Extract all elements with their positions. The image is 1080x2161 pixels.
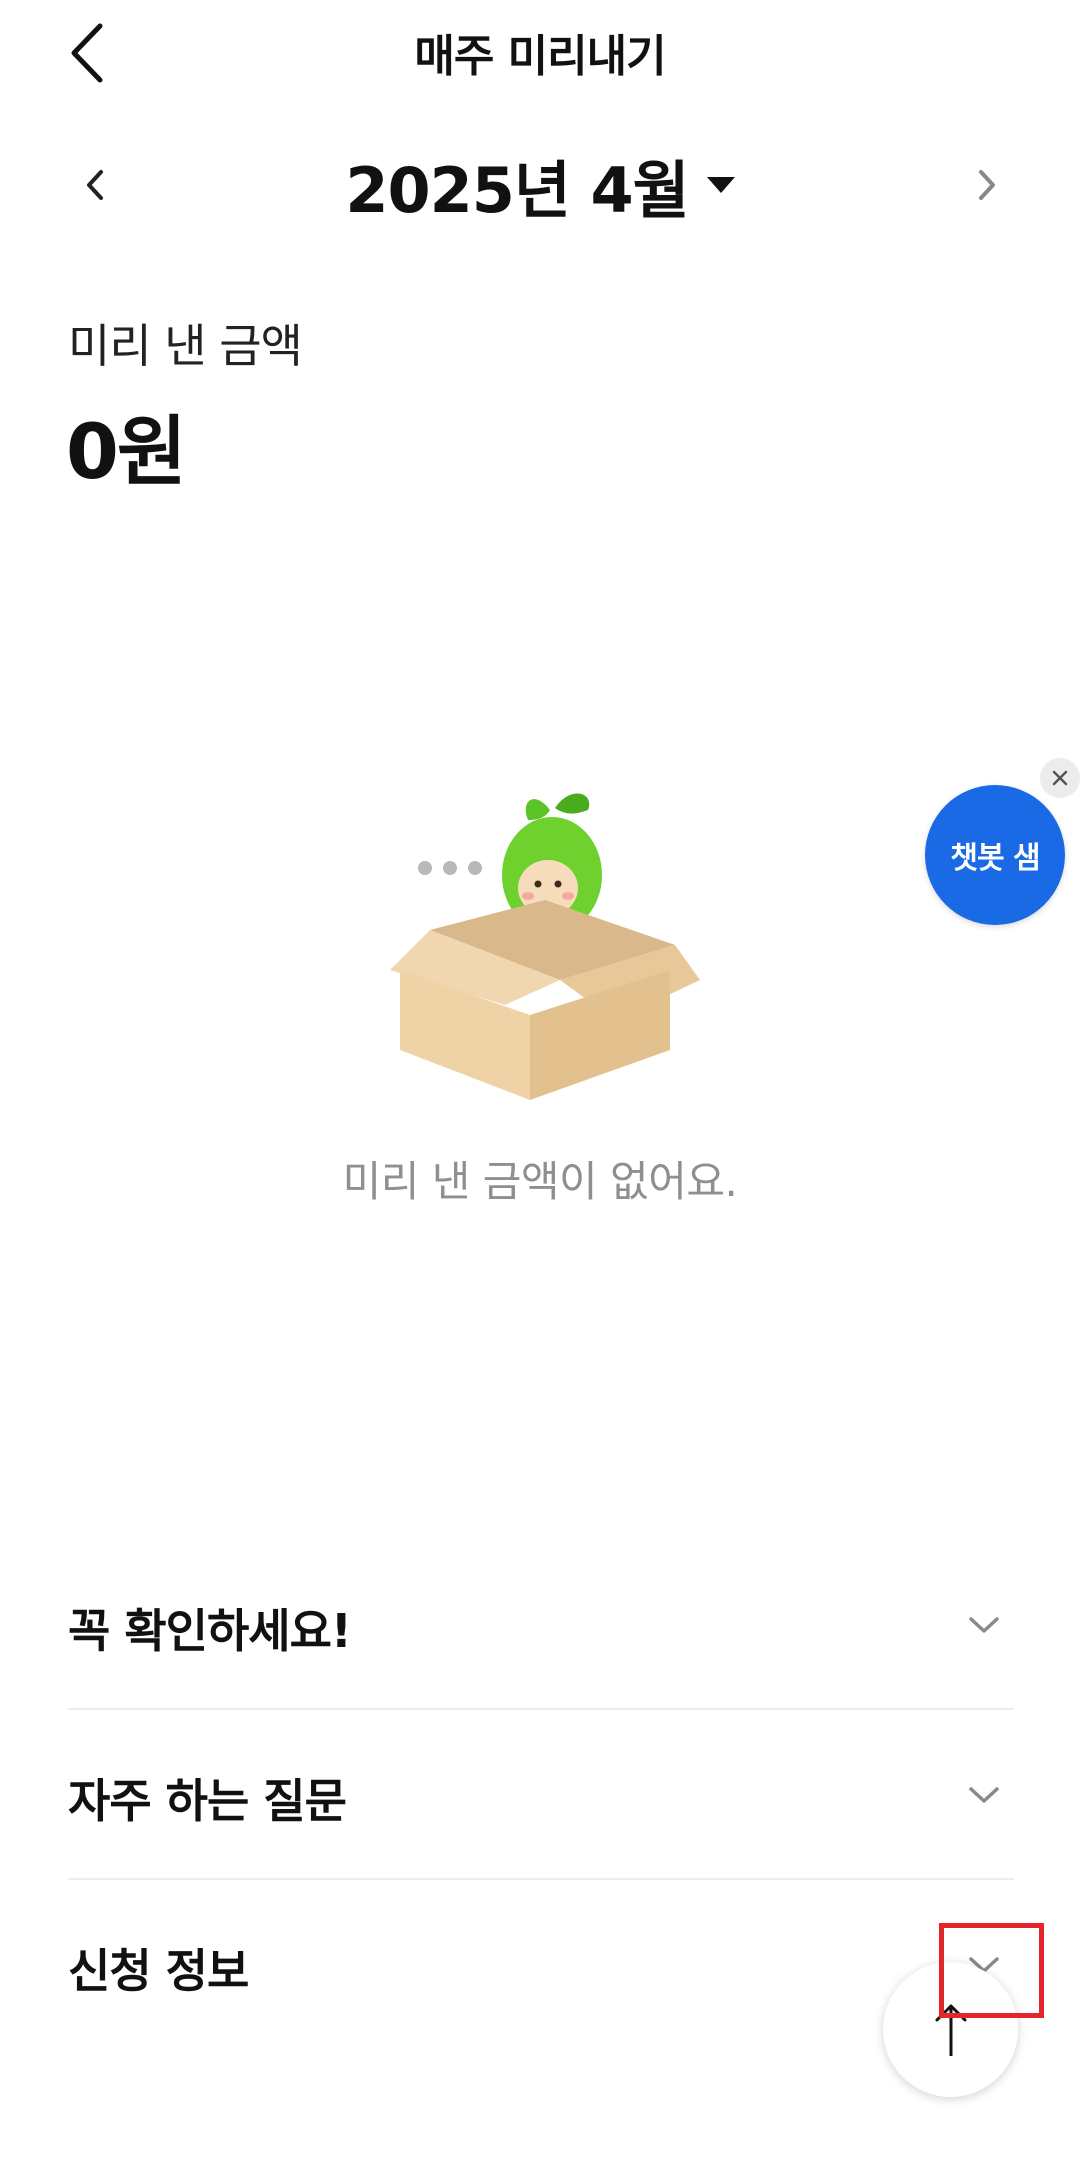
accordion-item-application-info[interactable]: 신청 정보 xyxy=(68,1880,1014,2050)
chevron-down-icon[interactable] xyxy=(954,1770,1014,1820)
accordion-item-faq[interactable]: 자주 하는 질문 xyxy=(68,1710,1014,1880)
app-header: 매주 미리내기 xyxy=(0,0,1080,110)
chatbot-label: 챗봇 샘 xyxy=(950,841,1040,876)
accordion-item-notice[interactable]: 꼭 확인하세요! xyxy=(68,1540,1014,1710)
amount-value: 0원 xyxy=(66,407,187,496)
accordion-item-label: 꼭 확인하세요! xyxy=(68,1604,352,1658)
page: 매주 미리내기 2025년 4월 미리 낸 금액 0원 미리 낸 금액이 없어요… xyxy=(0,0,1080,2161)
month-dropdown[interactable]: 2025년 4월 xyxy=(0,140,1080,230)
chatbot-close-button[interactable] xyxy=(1040,758,1080,798)
close-icon xyxy=(1052,770,1068,786)
month-selector: 2025년 4월 xyxy=(0,140,1080,230)
chatbot-button[interactable]: 챗봇 샘 xyxy=(925,785,1065,925)
caret-down-icon xyxy=(706,177,735,193)
accordion-item-label: 신청 정보 xyxy=(68,1944,249,1998)
page-title: 매주 미리내기 xyxy=(414,31,666,82)
chevron-down-icon[interactable] xyxy=(954,1600,1014,1650)
month-label: 2025년 4월 xyxy=(345,154,689,227)
empty-box-illustration xyxy=(370,780,700,1100)
chevron-right-icon xyxy=(979,170,995,200)
empty-state-message: 미리 낸 금액이 없어요. xyxy=(342,1157,738,1206)
amount-label: 미리 낸 금액 xyxy=(68,319,303,373)
info-accordion: 꼭 확인하세요! 자주 하는 질문 신청 정보 xyxy=(68,1540,1014,2050)
highlight-box xyxy=(939,1923,1044,2018)
next-month-button[interactable] xyxy=(962,150,1012,220)
accordion-item-label: 자주 하는 질문 xyxy=(68,1774,347,1828)
